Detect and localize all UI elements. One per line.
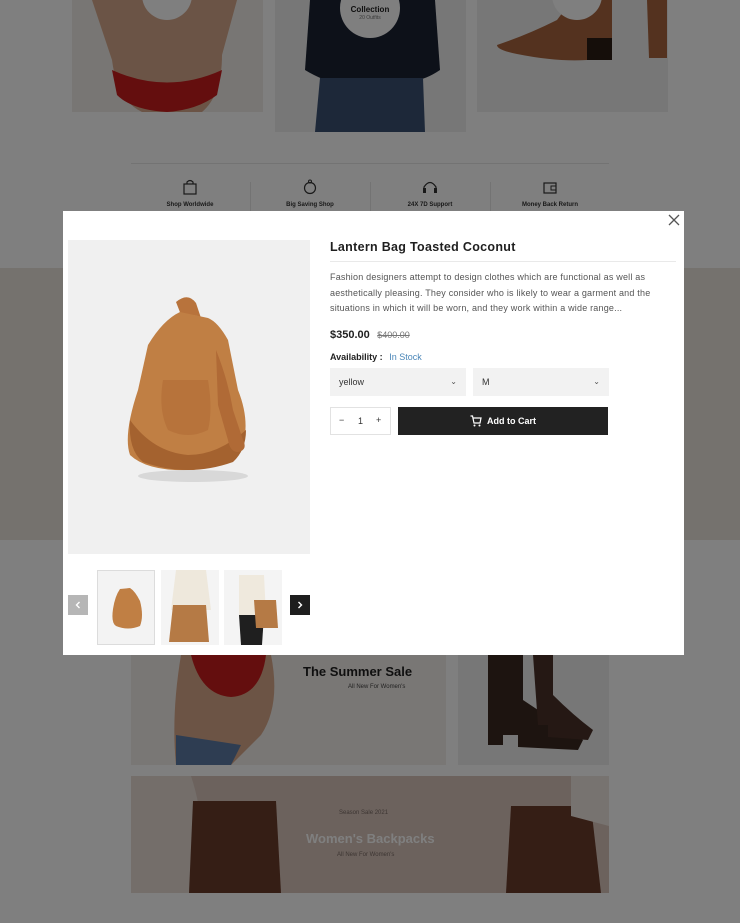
product-info: Lantern Bag Toasted Coconut Fashion desi… bbox=[330, 240, 676, 435]
product-title: Lantern Bag Toasted Coconut bbox=[330, 240, 516, 254]
chevron-left-icon bbox=[75, 601, 80, 609]
price-row: $350.00 $400.00 bbox=[330, 325, 676, 343]
product-main-image bbox=[68, 240, 310, 554]
model-bag-thumb bbox=[224, 570, 282, 645]
thumbnail-2[interactable] bbox=[161, 570, 219, 645]
size-select-value: M bbox=[482, 376, 490, 387]
chevron-down-icon: ⌄ bbox=[450, 376, 457, 386]
quick-view-modal: Lantern Bag Toasted Coconut Fashion desi… bbox=[63, 211, 684, 655]
chevron-down-icon: ⌄ bbox=[593, 376, 600, 386]
carousel-prev-button[interactable] bbox=[68, 595, 88, 615]
model-bag-thumb bbox=[161, 570, 219, 645]
thumbnail-carousel bbox=[68, 570, 310, 646]
quantity-value[interactable]: 1 bbox=[358, 416, 363, 426]
thumbnail-1[interactable] bbox=[97, 570, 155, 645]
availability-label: Availability : bbox=[330, 351, 383, 362]
close-button[interactable] bbox=[667, 213, 681, 227]
quantity-increase-button[interactable]: + bbox=[376, 415, 381, 425]
availability-value: In Stock bbox=[389, 351, 422, 362]
close-icon bbox=[668, 214, 680, 226]
product-description: Fashion designers attempt to design clot… bbox=[330, 272, 651, 313]
thumbnail-3[interactable] bbox=[224, 570, 282, 645]
product-price: $350.00 bbox=[330, 328, 370, 341]
product-old-price: $400.00 bbox=[377, 329, 410, 340]
add-to-cart-label: Add to Cart bbox=[487, 415, 536, 426]
chevron-right-icon bbox=[298, 601, 303, 609]
quantity-stepper: − 1 + bbox=[330, 406, 391, 435]
cart-icon bbox=[470, 414, 482, 426]
cart-row: − 1 + Add to Cart bbox=[330, 406, 676, 435]
carousel-next-button[interactable] bbox=[290, 595, 310, 615]
color-select-value: yellow bbox=[339, 376, 365, 387]
bag-image bbox=[127, 297, 248, 482]
color-select[interactable]: yellow ⌄ bbox=[330, 367, 466, 396]
bag-thumb bbox=[112, 588, 142, 629]
quantity-decrease-button[interactable]: − bbox=[339, 415, 344, 425]
add-to-cart-button[interactable]: Add to Cart bbox=[398, 406, 608, 435]
variant-selects: yellow ⌄ M ⌄ bbox=[330, 367, 676, 396]
availability-row: Availability : In Stock bbox=[330, 352, 676, 362]
divider bbox=[330, 261, 676, 262]
size-select[interactable]: M ⌄ bbox=[473, 367, 609, 396]
